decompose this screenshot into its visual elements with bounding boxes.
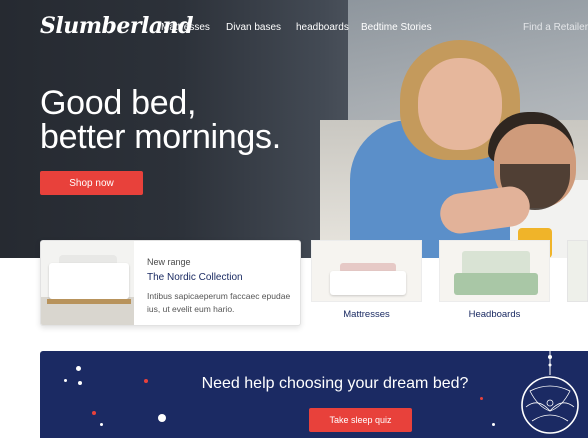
mattresses-image xyxy=(311,240,422,302)
nordic-base xyxy=(47,299,131,304)
category-tile-partial[interactable] xyxy=(567,240,588,302)
sleep-quiz-banner: Need help choosing your dream bed? Take … xyxy=(40,351,588,438)
category-tile-headboards[interactable]: Headboards xyxy=(439,240,550,320)
top-nav: Slumberland Mattresses Divan bases headb… xyxy=(0,0,588,58)
nav-item-divan-bases[interactable]: Divan bases xyxy=(226,22,281,33)
feature-card-nordic[interactable]: New range The Nordic Collection Intibus … xyxy=(40,240,301,326)
feature-description: Intibus sapicaeperum faccaec epudae ius,… xyxy=(147,291,291,314)
star-dot xyxy=(78,381,82,385)
hero-woman-face xyxy=(418,58,502,150)
nav-item-mattresses[interactable]: Mattresses xyxy=(161,22,210,33)
category-label-mattresses[interactable]: Mattresses xyxy=(311,309,422,320)
hero-title-line2: better mornings. xyxy=(40,118,281,156)
star-dot xyxy=(492,423,495,426)
category-label-headboards[interactable]: Headboards xyxy=(439,309,550,320)
dreamcatcher-icon xyxy=(521,351,579,434)
nordic-bed-image xyxy=(41,241,134,325)
take-sleep-quiz-button[interactable]: Take sleep quiz xyxy=(309,408,412,432)
headboards-bed xyxy=(454,273,538,295)
shop-now-button[interactable]: Shop now xyxy=(40,171,143,195)
nav-item-bedtime-stories[interactable]: Bedtime Stories xyxy=(361,22,432,33)
star-dot xyxy=(144,379,148,383)
mattresses-bed xyxy=(330,271,406,295)
category-tile-mattresses[interactable]: Mattresses xyxy=(311,240,422,320)
hero-title: Good bed, better mornings. xyxy=(40,86,340,154)
feature-kicker: New range xyxy=(147,257,191,267)
feature-title[interactable]: The Nordic Collection xyxy=(147,272,243,283)
nordic-bed xyxy=(49,263,129,299)
star-dot xyxy=(76,366,81,371)
star-dot xyxy=(100,423,103,426)
star-dot xyxy=(158,414,166,422)
hero-title-line1: Good bed, xyxy=(40,84,197,122)
star-dot xyxy=(480,397,483,400)
star-dot xyxy=(92,411,96,415)
find-retailer-link[interactable]: Find a Retailer xyxy=(523,22,588,33)
star-dot xyxy=(64,379,67,382)
headboards-image xyxy=(439,240,550,302)
banner-title: Need help choosing your dream bed? xyxy=(201,375,469,392)
nav-item-headboards[interactable]: headboards xyxy=(296,22,349,33)
